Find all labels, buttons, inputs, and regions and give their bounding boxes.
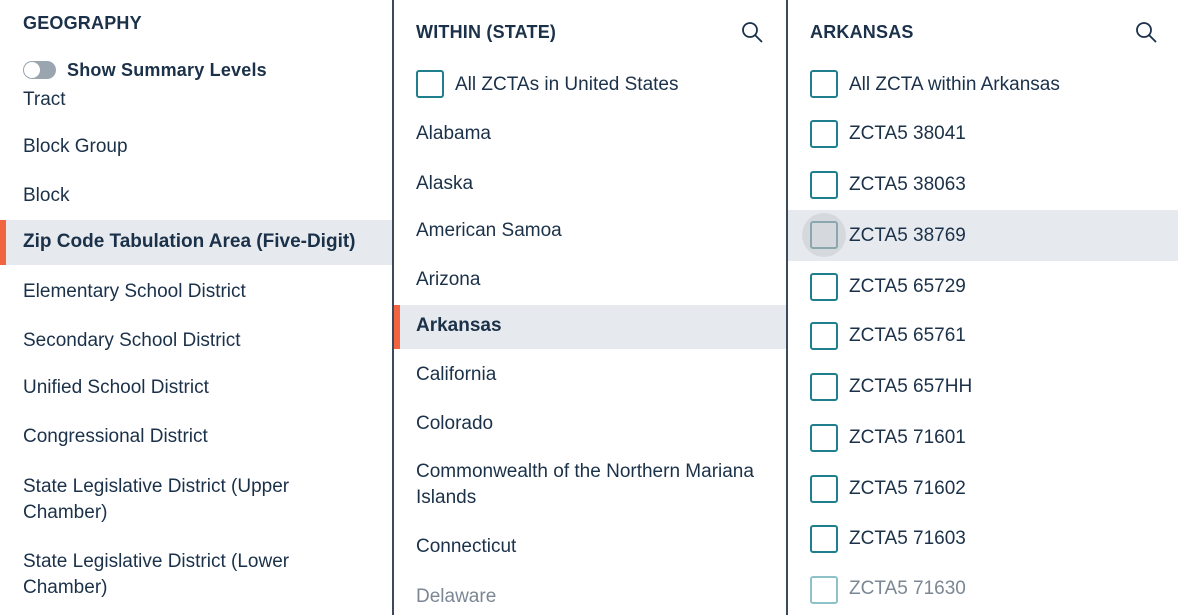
state-item-northern-mariana-islands[interactable]: Commonwealth of the Northern Mariana Isl… bbox=[416, 459, 776, 511]
all-zctas-us-checkbox[interactable] bbox=[416, 70, 444, 98]
zcta-checkbox[interactable] bbox=[810, 322, 838, 350]
state-item-delaware[interactable]: Delaware bbox=[416, 584, 496, 610]
geography-item-tract[interactable]: Tract bbox=[23, 87, 66, 113]
zcta-item-71603[interactable]: ZCTA5 71603 bbox=[849, 526, 966, 552]
geography-item-state-legislative-lower[interactable]: State Legislative District (Lower Chambe… bbox=[23, 549, 323, 601]
within-state-header: WITHIN (STATE) bbox=[416, 22, 557, 42]
geography-item-zcta[interactable]: Zip Code Tabulation Area (Five-Digit) bbox=[23, 229, 356, 255]
zcta-item-71602[interactable]: ZCTA5 71602 bbox=[849, 476, 966, 502]
zcta-item-71601[interactable]: ZCTA5 71601 bbox=[849, 425, 966, 451]
geography-item-state-legislative-upper[interactable]: State Legislative District (Upper Chambe… bbox=[23, 474, 323, 526]
zcta-checkbox[interactable] bbox=[810, 576, 838, 604]
arkansas-panel: ARKANSAS All ZCTA within Arkansas ZCTA5 … bbox=[788, 0, 1178, 615]
search-icon[interactable] bbox=[740, 20, 764, 44]
geography-item-block-group[interactable]: Block Group bbox=[23, 134, 128, 160]
selected-marker bbox=[394, 305, 400, 349]
geography-panel: GEOGRAPHY Show Summary Levels Tract Bloc… bbox=[0, 0, 392, 615]
zcta-checkbox[interactable] bbox=[810, 120, 838, 148]
geography-item-block[interactable]: Block bbox=[23, 183, 69, 209]
state-item-american-samoa[interactable]: American Samoa bbox=[416, 218, 562, 244]
zcta-item-38041[interactable]: ZCTA5 38041 bbox=[849, 121, 966, 147]
within-state-panel: WITHIN (STATE) All ZCTAs in United State… bbox=[394, 0, 786, 615]
zcta-item-65729[interactable]: ZCTA5 65729 bbox=[849, 274, 966, 300]
zcta-item-65761[interactable]: ZCTA5 65761 bbox=[849, 323, 966, 349]
zcta-checkbox[interactable] bbox=[810, 273, 838, 301]
all-zcta-arkansas-label: All ZCTA within Arkansas bbox=[849, 74, 1060, 95]
all-zctas-us-label: All ZCTAs in United States bbox=[455, 74, 679, 95]
geography-item-congressional-district[interactable]: Congressional District bbox=[23, 424, 208, 450]
state-item-connecticut[interactable]: Connecticut bbox=[416, 534, 516, 560]
state-item-arizona[interactable]: Arizona bbox=[416, 267, 480, 293]
zcta-item-657hh[interactable]: ZCTA5 657HH bbox=[849, 374, 972, 400]
zcta-checkbox[interactable] bbox=[810, 424, 838, 452]
zcta-row-hover[interactable] bbox=[788, 210, 1178, 261]
state-item-california[interactable]: California bbox=[416, 362, 496, 388]
zcta-checkbox[interactable] bbox=[810, 171, 838, 199]
zcta-checkbox[interactable] bbox=[810, 475, 838, 503]
toggle-knob bbox=[24, 62, 40, 78]
zcta-checkbox[interactable] bbox=[810, 373, 838, 401]
selected-marker bbox=[0, 220, 6, 265]
state-item-alabama[interactable]: Alabama bbox=[416, 121, 491, 147]
geography-item-elementary-school-district[interactable]: Elementary School District bbox=[23, 279, 246, 305]
zcta-checkbox[interactable] bbox=[810, 525, 838, 553]
state-item-alaska[interactable]: Alaska bbox=[416, 171, 473, 197]
geography-item-unified-school-district[interactable]: Unified School District bbox=[23, 375, 209, 401]
state-item-colorado[interactable]: Colorado bbox=[416, 411, 493, 437]
zcta-item-38769[interactable]: ZCTA5 38769 bbox=[849, 223, 966, 249]
geography-item-secondary-school-district[interactable]: Secondary School District bbox=[23, 328, 241, 354]
all-zcta-arkansas-checkbox[interactable] bbox=[810, 70, 838, 98]
zcta-item-38063[interactable]: ZCTA5 38063 bbox=[849, 172, 966, 198]
zcta-checkbox[interactable] bbox=[810, 221, 838, 249]
zcta-item-71630[interactable]: ZCTA5 71630 bbox=[849, 576, 966, 602]
search-icon[interactable] bbox=[1134, 20, 1158, 44]
summary-levels-label: Show Summary Levels bbox=[67, 60, 267, 80]
summary-levels-toggle[interactable] bbox=[23, 61, 56, 79]
state-item-arkansas[interactable]: Arkansas bbox=[416, 313, 502, 339]
arkansas-header: ARKANSAS bbox=[810, 22, 914, 42]
geography-header: GEOGRAPHY bbox=[23, 13, 142, 33]
